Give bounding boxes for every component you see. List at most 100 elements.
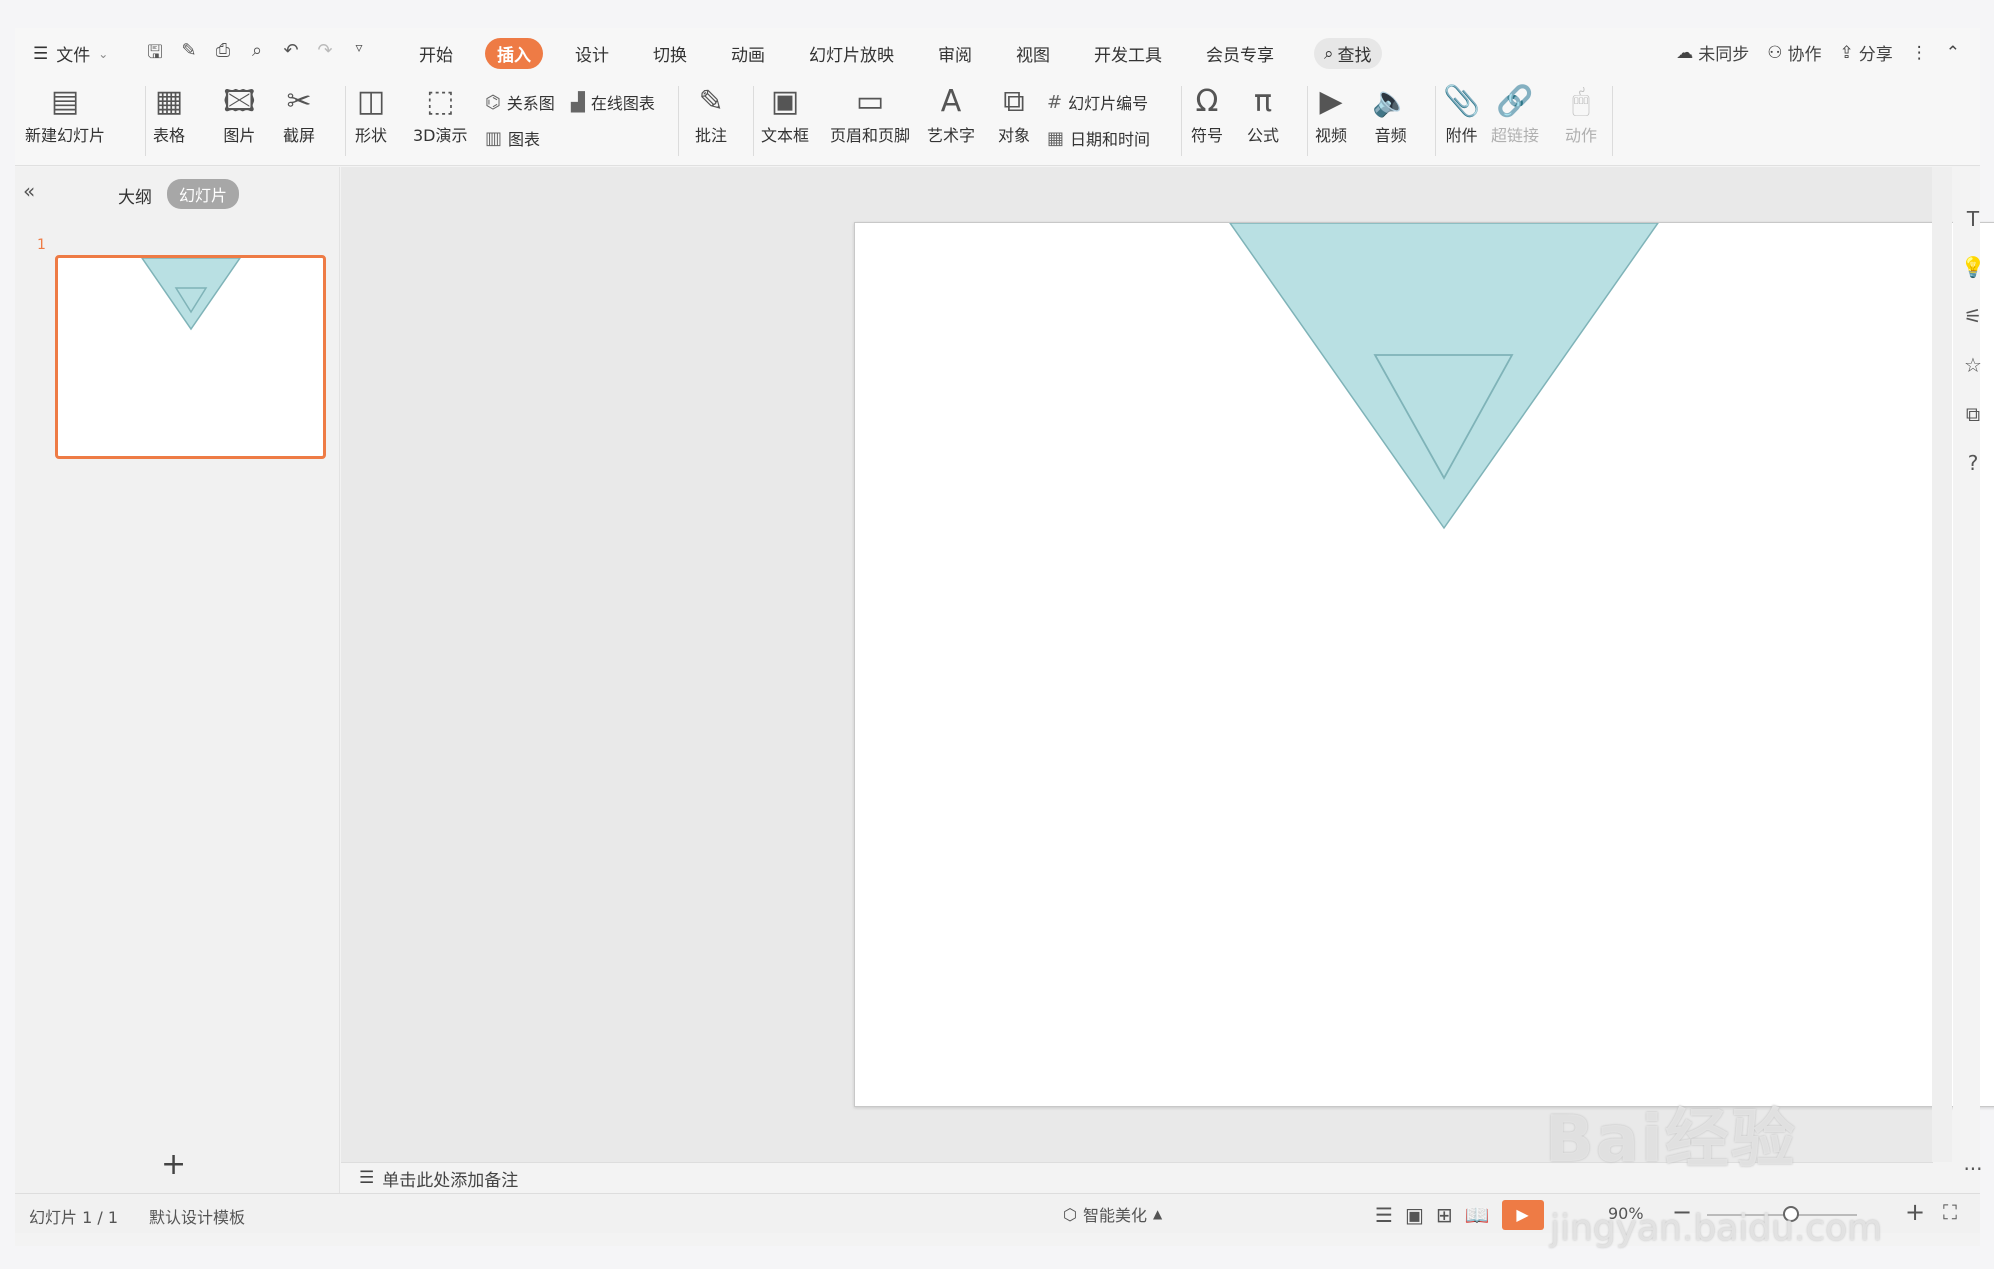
play-button[interactable]: ▶ [1501,1200,1544,1230]
reading-view-icon[interactable]: 📖 [1465,1203,1490,1227]
fit-window-icon[interactable]: ⛶ [1943,1200,1957,1224]
star-icon[interactable]: ☆ [1953,353,1993,377]
file-menu[interactable]: ☰ 文件 ⌄ [33,41,109,67]
wordart-button[interactable]: A 艺术字 [927,82,975,146]
more-horizontal-icon[interactable]: ··· [1953,1157,1993,1181]
print-icon[interactable]: ⎙ [211,40,235,70]
customize-icon[interactable]: ▿ [347,40,371,70]
online-chart-button[interactable]: ▟ 在线图表 [571,90,655,114]
thumbnail-triangles [140,257,242,331]
notes-toggle-icon[interactable]: ☰ [1375,1203,1393,1227]
tab-outline[interactable]: 大纲 [118,183,152,208]
format-painter-icon[interactable]: ✎ [177,40,201,70]
slide-shapes [1228,222,1660,530]
textbox-button[interactable]: ▣ 文本框 [761,82,809,146]
text-icon[interactable]: T [1953,207,1993,231]
mouse-icon: 🖱 [1572,84,1590,119]
calendar-icon: ▦ [1047,127,1065,149]
tab-design[interactable]: 设计 [563,38,621,69]
picture-icon: 🖾 [223,84,256,119]
table-button[interactable]: ▦ 表格 [153,82,185,146]
symbol-button[interactable]: Ω 符号 [1191,82,1223,146]
tab-home[interactable]: 开始 [407,38,465,69]
save-icon[interactable]: 🖫 [143,40,167,70]
online-chart-icon: ▟ [571,91,585,113]
search-icon: ⌕ [1324,43,1334,64]
tab-view[interactable]: 视图 [1004,38,1062,69]
tab-slides[interactable]: 幻灯片 [167,179,240,209]
ribbon-separator [1435,86,1436,156]
picture-button[interactable]: 🖾 图片 [223,82,256,146]
more-vertical-icon[interactable]: ⋮ [1911,43,1928,63]
wordart-icon: A [940,84,962,119]
scissors-icon: ✂ [286,84,312,119]
ribbon-separator [1612,86,1613,156]
new-slide-button[interactable]: ▤ 新建幻灯片 [25,82,105,146]
print-preview-icon[interactable]: ⌕ [245,40,269,70]
3d-icon: ⬚ [426,84,455,119]
new-slide-icon: ▤ [50,84,80,119]
search-box[interactable]: ⌕ 查找 [1314,38,1382,69]
menu-bar: ☰ 文件 ⌄ 🖫 ✎ ⎙ ⌕ ↶ ↷ ▿ 开始 插入 设计 切换 动画 幻灯片放… [15,28,1980,76]
sorter-view-icon[interactable]: ⊞ [1436,1203,1453,1227]
copy-icon[interactable]: ⧉ [1953,402,1993,426]
audio-button[interactable]: 🔈 音频 [1372,82,1409,146]
slides-panel: « 大纲 幻灯片 1 + [15,167,340,1193]
object-icon: ⧉ [1003,84,1025,119]
chevron-down-icon: ⌄ [98,46,109,61]
collapse-ribbon-icon[interactable]: ⌃ [1946,43,1960,63]
ribbon-tabs: 开始 插入 设计 切换 动画 幻灯片放映 审阅 视图 开发工具 会员专享 ⌕ 查… [407,38,1382,69]
beautify-button[interactable]: ⬡ 智能美化 ▲ [1063,1202,1162,1226]
lightbulb-icon[interactable]: 💡 [1953,255,1993,279]
watermark-logo: Bai经验 [1545,1103,1797,1177]
action-button[interactable]: 🖱 动作 [1565,82,1597,146]
redo-icon[interactable]: ↷ [313,40,337,70]
cloud-icon: ☁ [1676,42,1694,63]
insert-ribbon: ▤ 新建幻灯片 ▦ 表格 🖾 图片 ✂ 截屏 ◫ 形状 ⬚ 3D演示 ⌬ 关系图 ▟ 在线图表 … [15,76,1980,166]
tab-slideshow[interactable]: 幻灯片放映 [797,38,906,69]
3d-demo-button[interactable]: ⬚ 3D演示 [413,82,468,146]
ribbon-separator [345,86,346,156]
attachment-button[interactable]: 📎 附件 [1443,82,1480,146]
slide-thumbnail[interactable] [55,255,326,459]
video-button[interactable]: ▶ 视频 [1315,82,1347,146]
slide-number-button[interactable]: # 幻灯片编号 [1047,90,1148,114]
slide-canvas [341,167,1994,1162]
slide-1[interactable] [854,222,1994,1107]
screenshot-button[interactable]: ✂ 截屏 [283,82,315,146]
normal-view-icon[interactable]: ▣ [1405,1203,1424,1227]
header-footer-button[interactable]: ▭ 页眉和页脚 [830,82,910,146]
object-button[interactable]: ⧉ 对象 [998,82,1030,146]
omega-icon: Ω [1195,84,1219,119]
datetime-button[interactable]: ▦ 日期和时间 [1047,126,1150,150]
zoom-in-button[interactable]: + [1905,1198,1925,1226]
sliders-icon[interactable]: ⚟ [1953,304,1993,328]
chart-icon: ▥ [485,127,503,149]
shape-button[interactable]: ◫ 形状 [355,82,387,146]
vertical-scrollbar[interactable] [1932,167,1952,1162]
ribbon-separator [1181,86,1182,156]
tab-member[interactable]: 会员专享 [1194,38,1286,69]
tab-animation[interactable]: 动画 [719,38,777,69]
sync-button[interactable]: ☁ 未同步 [1676,40,1749,66]
tab-developer[interactable]: 开发工具 [1082,38,1174,69]
template-name[interactable]: 默认设计模板 [149,1204,245,1228]
comment-button[interactable]: ✎ 批注 [695,82,727,146]
tab-transition[interactable]: 切换 [641,38,699,69]
chart-button[interactable]: ▥ 图表 [485,126,540,150]
ribbon-separator [1307,86,1308,156]
help-icon[interactable]: ? [1953,451,1993,475]
large-inverted-triangle [1228,222,1660,530]
collab-button[interactable]: ⚇ 协作 [1767,40,1821,66]
add-slide-button[interactable]: + [161,1147,186,1182]
hyperlink-button[interactable]: 🔗 超链接 [1491,82,1539,146]
undo-icon[interactable]: ↶ [279,40,303,70]
tab-insert[interactable]: 插入 [485,38,543,69]
tab-review[interactable]: 审阅 [926,38,984,69]
textbox-icon: ▣ [770,84,800,119]
share-button[interactable]: ⇪ 分享 [1840,40,1893,66]
beautify-icon: ⬡ [1063,1204,1077,1224]
formula-button[interactable]: π 公式 [1247,82,1279,146]
relation-chart-button[interactable]: ⌬ 关系图 [485,90,555,114]
collapse-panel-icon[interactable]: « [23,179,35,203]
